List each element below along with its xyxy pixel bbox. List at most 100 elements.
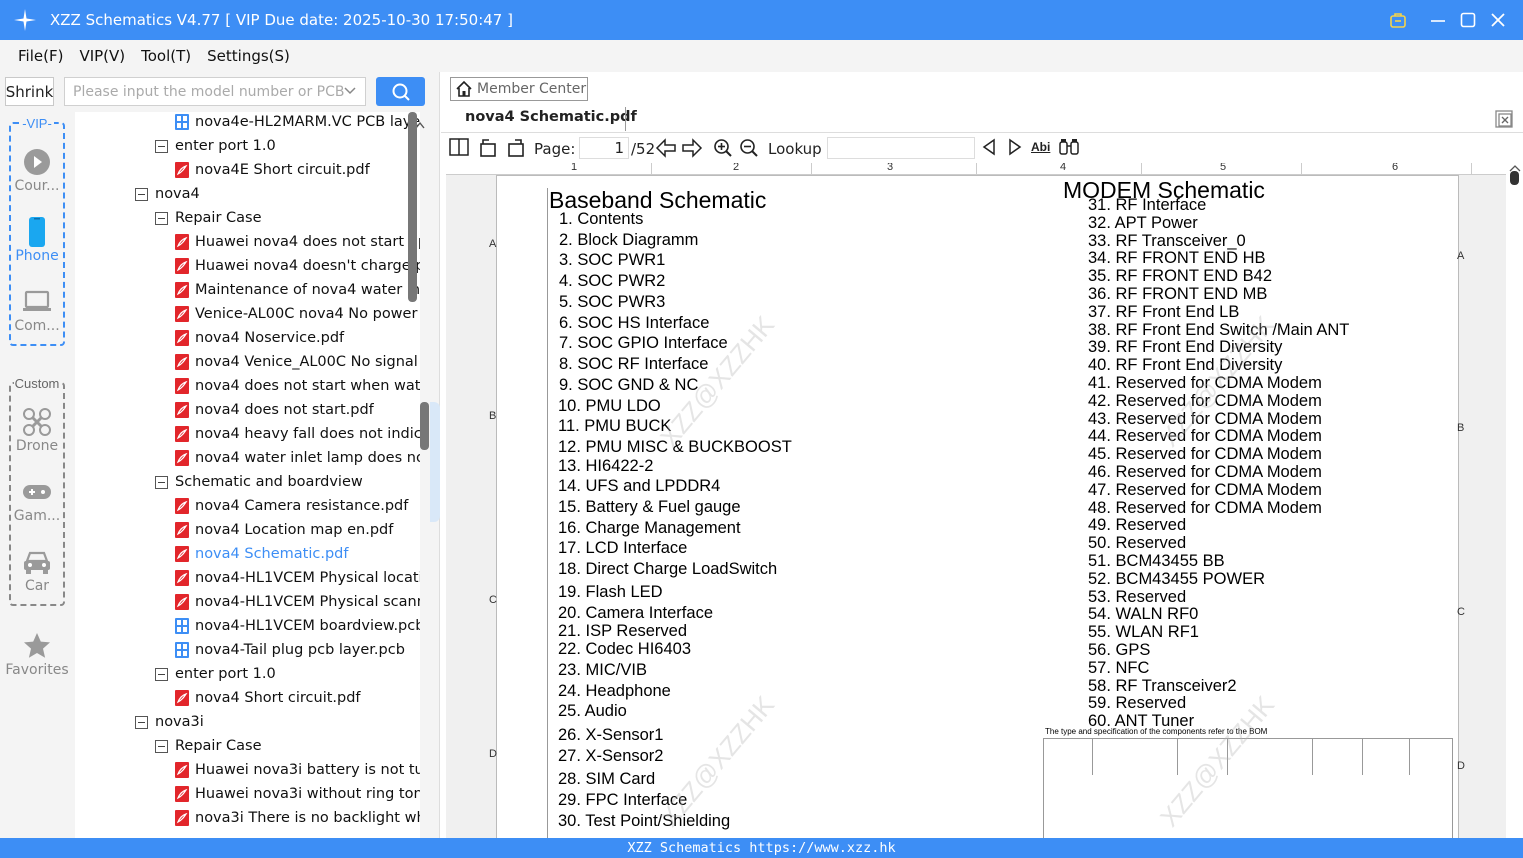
toc-entry[interactable]: 19. Flash LED — [558, 583, 663, 602]
toc-entry[interactable]: 9. SOC GND & NC — [559, 376, 698, 395]
collapse-pane-tab[interactable] — [430, 402, 440, 522]
find-prev-icon[interactable] — [981, 138, 997, 156]
document-canvas[interactable]: 123456 AABBCCDD Baseband Schematic MODEM… — [446, 163, 1506, 838]
tree-folder[interactable]: Repair Case — [155, 206, 420, 230]
toc-entry[interactable]: 28. SIM Card — [558, 770, 655, 789]
toc-entry[interactable]: 45. Reserved for CDMA Modem — [1088, 445, 1322, 464]
toc-entry[interactable]: 51. BCM43455 BB — [1088, 552, 1225, 571]
tree-file[interactable]: Maintenance of nova4 water in — [175, 278, 420, 302]
toc-entry[interactable]: 49. Reserved — [1088, 516, 1186, 535]
tree-file[interactable]: nova3i There is no backlight when — [175, 806, 420, 830]
toc-entry[interactable]: 15. Battery & Fuel gauge — [558, 498, 741, 517]
tree-file[interactable]: nova4e-HL2MARM.VC PCB layer.pcb — [175, 112, 420, 134]
collapse-toggle-icon[interactable] — [155, 475, 168, 489]
tree-file[interactable]: Huawei nova3i battery is not turning on — [175, 758, 420, 782]
close-tabs-icon[interactable] — [1495, 110, 1513, 131]
toc-entry[interactable]: 30. Test Point/Shielding — [558, 812, 730, 831]
toc-entry[interactable]: 21. ISP Reserved — [558, 622, 687, 641]
toc-entry[interactable]: 32. APT Power — [1088, 214, 1198, 233]
toc-entry[interactable]: 6. SOC HS Interface — [559, 314, 709, 333]
close-icon[interactable] — [1483, 0, 1513, 40]
chevron-down-icon[interactable] — [343, 83, 357, 101]
search-input[interactable]: Please input the model number or PCB — [64, 77, 366, 106]
vip-bag-icon[interactable] — [1383, 0, 1413, 40]
toc-entry[interactable]: 1. Contents — [559, 210, 643, 229]
tree-folder[interactable]: Schematic and boardview — [155, 470, 420, 494]
toc-entry[interactable]: 2. Block Diagramm — [559, 231, 698, 250]
category-games[interactable]: Gam... — [11, 476, 63, 524]
toc-entry[interactable]: 59. Reserved — [1088, 694, 1186, 713]
toc-entry[interactable]: 44. Reserved for CDMA Modem — [1088, 427, 1322, 446]
toc-entry[interactable]: 33. RF Transceiver_0 — [1088, 232, 1246, 251]
toc-entry[interactable]: 50. Reserved — [1088, 534, 1186, 553]
category-car[interactable]: Car — [11, 546, 63, 594]
find-next-icon[interactable] — [1007, 138, 1023, 156]
tree-file[interactable]: nova4-HL1VCEM Physical location — [175, 566, 420, 590]
toc-entry[interactable]: 4. SOC PWR2 — [559, 272, 665, 291]
tree-folder[interactable]: nova3i — [135, 710, 420, 734]
menu-file[interactable]: File(F) — [18, 47, 63, 65]
tree-file[interactable]: nova4 Noservice.pdf — [175, 326, 420, 350]
tree-folder[interactable]: enter port 1.0 — [155, 662, 420, 686]
pane-splitter-handle[interactable] — [420, 402, 429, 450]
collapse-toggle-icon[interactable] — [155, 667, 168, 681]
toc-entry[interactable]: 37. RF Front End LB — [1088, 303, 1239, 322]
toc-entry[interactable]: 7. SOC GPIO Interface — [559, 334, 728, 353]
toc-entry[interactable]: 8. SOC RF Interface — [559, 355, 708, 374]
sidebar-toggle-icon[interactable] — [449, 138, 469, 156]
tree-folder[interactable]: enter port 1.0 — [155, 134, 420, 158]
member-center-button[interactable]: Member Center — [450, 77, 588, 101]
tree-file[interactable]: nova4 heavy fall does not indicate — [175, 422, 420, 446]
collapse-toggle-icon[interactable] — [135, 187, 148, 201]
tree-folder[interactable]: Repair Case — [155, 734, 420, 758]
tree-file[interactable]: nova4E Short circuit.pdf — [175, 158, 420, 182]
scroll-thumb[interactable] — [1510, 171, 1519, 185]
toc-entry[interactable]: 53. Reserved — [1088, 588, 1186, 607]
collapse-toggle-icon[interactable] — [155, 211, 168, 225]
tree-file[interactable]: nova4 Venice_AL00C No signal — [175, 350, 420, 374]
tree-file[interactable]: nova4 Camera resistance.pdf — [175, 494, 420, 518]
menu-vip[interactable]: VIP(V) — [79, 47, 125, 65]
toc-entry[interactable]: 23. MIC/VIB — [558, 661, 647, 680]
toc-entry[interactable]: 48. Reserved for CDMA Modem — [1088, 499, 1322, 518]
toc-entry[interactable]: 5. SOC PWR3 — [559, 293, 665, 312]
tree-file[interactable]: nova4 Location map en.pdf — [175, 518, 420, 542]
tree-file[interactable]: Huawei nova4 doesn't charge.pdf — [175, 254, 420, 278]
collapse-toggle-icon[interactable] — [155, 139, 168, 153]
collapse-toggle-icon[interactable] — [135, 715, 148, 729]
document-scrollbar[interactable] — [1507, 163, 1523, 838]
collapse-toggle-icon[interactable] — [155, 739, 168, 753]
prev-page-arrow-icon[interactable] — [655, 138, 677, 158]
toc-entry[interactable]: 16. Charge Management — [558, 519, 741, 538]
tree-file[interactable]: Venice-AL00C nova4 No power — [175, 302, 420, 326]
tab-nova4-schematic[interactable]: nova4 Schematic.pdf — [465, 109, 637, 125]
toc-entry[interactable]: 3. SOC PWR1 — [559, 251, 665, 270]
tree-file[interactable]: nova4-HL1VCEM boardview.pcb — [175, 614, 420, 638]
binoculars-icon[interactable] — [1058, 138, 1080, 156]
toc-entry[interactable]: 14. UFS and LPDDR4 — [558, 477, 720, 496]
menu-tool[interactable]: Tool(T) — [141, 47, 191, 65]
tree-file[interactable]: nova4-HL1VCEM Physical scanning — [175, 590, 420, 614]
search-button[interactable] — [376, 77, 425, 106]
zoom-out-icon[interactable] — [739, 138, 759, 158]
tree-file[interactable]: Huawei nova3i without ring tone — [175, 782, 420, 806]
toc-entry[interactable]: 27. X-Sensor2 — [558, 747, 663, 766]
toc-entry[interactable]: 18. Direct Charge LoadSwitch — [558, 560, 777, 579]
category-drone[interactable]: Drone — [11, 406, 63, 454]
match-case-toggle[interactable]: Abi — [1031, 140, 1050, 154]
toc-entry[interactable]: 10. PMU LDO — [558, 397, 661, 416]
toc-entry[interactable]: 25. Audio — [558, 702, 627, 721]
category-courses[interactable]: Cour... — [11, 146, 63, 194]
toc-entry[interactable]: 17. LCD Interface — [558, 539, 687, 558]
toc-entry[interactable]: 31. RF Interface — [1088, 196, 1206, 215]
toc-entry[interactable]: 13. HI6422-2 — [558, 457, 653, 476]
toc-entry[interactable]: 57. NFC — [1088, 659, 1149, 678]
toc-entry[interactable]: 36. RF FRONT END MB — [1088, 285, 1267, 304]
minimize-icon[interactable] — [1423, 0, 1453, 40]
rotate-right-icon[interactable] — [505, 138, 525, 158]
toc-entry[interactable]: 26. X-Sensor1 — [558, 726, 663, 745]
toc-entry[interactable]: 35. RF FRONT END B42 — [1088, 267, 1272, 286]
toc-entry[interactable]: 55. WLAN RF1 — [1088, 623, 1199, 642]
toc-entry[interactable]: 54. WALN RF0 — [1088, 605, 1198, 624]
rotate-left-icon[interactable] — [479, 138, 499, 158]
